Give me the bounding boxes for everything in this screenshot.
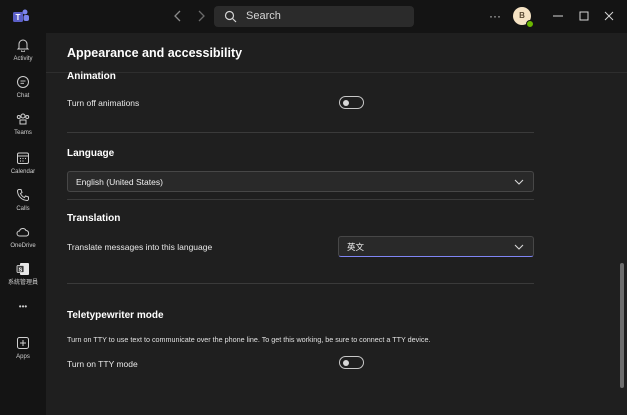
rail-label-activity: Activity <box>13 56 33 62</box>
page-title: Appearance and accessibility <box>67 46 243 60</box>
phone-icon <box>16 189 29 202</box>
more-options-button[interactable]: ··· <box>487 9 503 23</box>
back-arrow-icon[interactable] <box>171 9 185 23</box>
language-dropdown[interactable]: English (United States) <box>67 171 534 192</box>
translation-selected-value: 英文 <box>347 242 365 252</box>
minimize-icon[interactable] <box>550 8 566 24</box>
language-section-title: Language <box>67 148 115 159</box>
maximize-icon[interactable] <box>576 8 592 24</box>
svg-text:S: S <box>19 267 23 273</box>
add-apps-icon <box>17 337 29 349</box>
teams-icon <box>16 113 30 125</box>
presence-badge <box>526 20 534 28</box>
page-header: Appearance and accessibility <box>46 33 627 73</box>
animation-section-title: Animation <box>67 71 116 82</box>
turn-on-tty-label: Turn on TTY mode <box>67 359 138 369</box>
divider <box>67 132 534 133</box>
scrollbar-thumb[interactable] <box>620 263 624 388</box>
translation-section-title: Translation <box>67 213 121 224</box>
rail-label-teams: Teams <box>14 130 32 136</box>
turn-off-animations-label: Turn off animations <box>67 98 140 108</box>
rail-item-admin[interactable]: S 系統管理員 <box>0 262 46 296</box>
forward-arrow-icon[interactable] <box>194 9 208 23</box>
bell-icon <box>16 39 30 52</box>
turn-on-tty-toggle[interactable] <box>339 356 364 369</box>
rail-item-chat[interactable]: Chat <box>0 75 46 109</box>
search-placeholder: Search <box>246 10 281 22</box>
close-icon[interactable] <box>601 8 617 24</box>
chat-icon <box>17 76 29 88</box>
search-icon <box>224 10 237 23</box>
turn-off-animations-toggle[interactable] <box>339 96 364 109</box>
tty-description: Turn on TTY to use text to communicate o… <box>67 335 431 344</box>
search-input[interactable]: Search <box>214 6 414 27</box>
rail-item-calendar[interactable]: Calendar <box>0 151 46 185</box>
rail-label-calls: Calls <box>16 206 30 212</box>
admin-app-icon: S <box>16 263 29 275</box>
tty-section-title: Teletypewriter mode <box>67 310 164 321</box>
toggle-knob <box>343 99 349 106</box>
settings-panel: Appearance and accessibility Animation T… <box>46 33 627 415</box>
rail-item-more-apps[interactable]: ••• <box>0 303 46 317</box>
toggle-knob <box>343 359 349 366</box>
rail-label-calendar: Calendar <box>10 169 36 175</box>
svg-text:T: T <box>16 13 21 22</box>
chevron-down-icon <box>514 244 524 250</box>
rail-item-teams[interactable]: Teams <box>0 112 46 146</box>
calendar-icon <box>17 152 29 164</box>
avatar[interactable]: B <box>513 7 534 28</box>
more-apps-icon: ••• <box>18 302 28 311</box>
cloud-icon <box>16 228 30 237</box>
rail-label-apps: Apps <box>16 354 30 360</box>
rail-label-admin: 系統管理員 <box>7 280 38 286</box>
avatar-initial: B <box>519 11 525 20</box>
rail-item-calls[interactable]: Calls <box>0 188 46 222</box>
rail-item-activity[interactable]: Activity <box>0 38 46 72</box>
title-bar: T Search ··· B <box>0 0 627 33</box>
divider <box>67 283 534 284</box>
rail-label-onedrive: OneDrive <box>10 243 36 249</box>
rail-item-apps[interactable]: Apps <box>0 336 46 370</box>
rail-label-chat: Chat <box>16 93 30 99</box>
left-rail: Activity Chat Teams Calendar Calls OneDr… <box>0 33 46 415</box>
translate-messages-label: Translate messages into this language <box>67 242 213 252</box>
translation-language-dropdown[interactable]: 英文 <box>338 236 534 257</box>
language-selected-value: English (United States) <box>76 177 163 187</box>
divider <box>67 199 534 200</box>
teams-logo-icon: T <box>13 9 29 22</box>
rail-item-onedrive[interactable]: OneDrive <box>0 225 46 259</box>
chevron-down-icon <box>514 179 524 185</box>
